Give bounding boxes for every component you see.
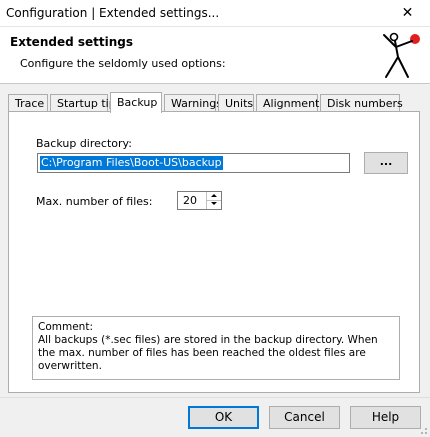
tab-trace[interactable]: Trace <box>8 94 48 111</box>
comment-box: Comment: All backups (*.sec files) are s… <box>32 316 400 380</box>
ok-button[interactable]: OK <box>188 406 259 429</box>
tab-disk-numbers[interactable]: Disk numbers <box>320 94 403 111</box>
arrow-down-icon <box>211 202 217 205</box>
header-subtitle: Configure the seldomly used options: <box>20 57 226 70</box>
browse-button[interactable]: ... <box>364 152 408 174</box>
cancel-button[interactable]: Cancel <box>269 406 340 429</box>
backup-directory-label: Backup directory: <box>36 137 132 150</box>
comment-text: All backups (*.sec files) are stored in … <box>38 334 378 372</box>
tab-warnings[interactable]: Warnings <box>164 94 222 111</box>
window-title: Configuration | Extended settings... <box>6 6 220 20</box>
close-icon[interactable]: ✕ <box>385 0 430 26</box>
tab-backup[interactable]: Backup <box>110 92 162 113</box>
backup-directory-value: C:\Program Files\Boot-US\backup <box>40 156 223 170</box>
footer-divider <box>0 397 430 398</box>
tab-units[interactable]: Units <box>218 94 254 111</box>
arrow-up-icon <box>211 194 217 197</box>
header-title: Extended settings <box>10 35 133 49</box>
max-files-stepper[interactable]: 20 <box>177 191 222 210</box>
backup-directory-field[interactable]: C:\Program Files\Boot-US\backup <box>37 153 350 173</box>
comment-heading: Comment: <box>38 321 93 333</box>
max-files-value: 20 <box>183 194 197 207</box>
tab-startup-tip[interactable]: Startup tip <box>50 94 116 111</box>
stepper-arrows <box>206 192 221 209</box>
help-button[interactable]: Help <box>350 406 421 429</box>
resize-grip-icon[interactable] <box>418 425 428 435</box>
stepper-down-button[interactable] <box>207 200 221 208</box>
max-files-label: Max. number of files: <box>36 195 153 208</box>
tab-alignment[interactable]: Alignment <box>256 94 319 111</box>
dialog-header: Extended settings Configure the seldomly… <box>0 27 430 84</box>
title-bar: Configuration | Extended settings... ✕ <box>0 0 430 27</box>
app-logo-icon <box>383 32 420 78</box>
